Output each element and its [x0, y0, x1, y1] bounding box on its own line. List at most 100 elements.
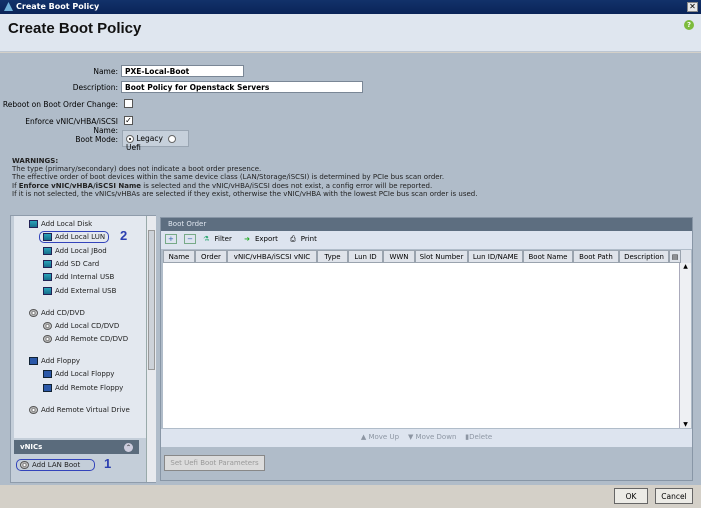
cd-icon: [43, 322, 52, 330]
boot-order-panel: Boot Order + − ⚗ Filter ➜ Export ⎙ Print Na…: [160, 217, 693, 481]
cancel-button[interactable]: Cancel: [655, 488, 693, 504]
export-label: Export: [254, 235, 278, 243]
cd-icon: [43, 335, 52, 343]
add-remote-floppy[interactable]: Add Remote Floppy: [43, 384, 123, 392]
add-remote-virtual-drive[interactable]: Add Remote Virtual Drive: [29, 406, 130, 414]
form-area: Name: PXE-Local-Boot Description: Boot P…: [0, 53, 701, 485]
lan-icon: [20, 461, 29, 469]
column-header[interactable]: WWN: [383, 250, 415, 263]
window-titlebar: Create Boot Policy ✕: [0, 0, 701, 14]
print-label: Print: [300, 235, 317, 243]
reboot-checkbox[interactable]: [124, 99, 133, 108]
local-devices-list: Add Local Disk Add Local LUN 2 Add Local…: [14, 216, 146, 438]
add-local-floppy[interactable]: Add Local Floppy: [43, 370, 114, 378]
row-actions: ▲ Move Up ▼ Move Down ▮Delete: [161, 429, 692, 447]
dialog-header: Create Boot Policy ?: [0, 14, 701, 52]
ok-button[interactable]: OK: [614, 488, 648, 504]
add-internal-usb[interactable]: Add Internal USB: [43, 273, 114, 281]
vnics-section-header[interactable]: vNICs ⌃: [14, 440, 139, 454]
column-header[interactable]: Order: [195, 250, 227, 263]
add-external-usb[interactable]: Add External USB: [43, 287, 116, 295]
collapse-icon[interactable]: ⌃: [124, 443, 133, 452]
warnings: WARNINGS: The type (primary/secondary) d…: [12, 157, 477, 198]
item-label: Add Remote Floppy: [55, 384, 124, 392]
add-floppy[interactable]: Add Floppy: [29, 357, 80, 365]
floppy-icon: [29, 357, 38, 365]
filter-icon: ⚗: [203, 235, 210, 243]
disk-icon: [43, 260, 52, 268]
window-title: Create Boot Policy: [16, 2, 100, 11]
filter-button[interactable]: ⚗ Filter: [203, 235, 237, 243]
name-input[interactable]: PXE-Local-Boot: [121, 65, 244, 77]
add-local-disk[interactable]: Add Local Disk: [29, 220, 92, 228]
scroll-thumb[interactable]: [148, 230, 155, 370]
delete-label: Delete: [469, 433, 493, 441]
table-header: Name Order vNIC/vHBA/iSCSI vNIC Type Lun…: [163, 250, 691, 263]
boot-order-title: Boot Order: [161, 218, 692, 231]
move-up-button[interactable]: ▲ Move Up: [361, 433, 399, 441]
item-label: Add Local CD/DVD: [55, 322, 120, 330]
column-header[interactable]: vNIC/vHBA/iSCSI vNIC: [227, 250, 317, 263]
set-uefi-boot-parameters-button[interactable]: Set Uefi Boot Parameters: [164, 455, 265, 471]
add-cd-dvd[interactable]: Add CD/DVD: [29, 309, 85, 317]
warning-bold-text: Enforce vNIC/vHBA/iSCSI Name: [18, 181, 142, 190]
print-button[interactable]: ⎙ Print: [290, 235, 322, 243]
disk-icon: [43, 233, 52, 241]
delete-button[interactable]: ▮Delete: [465, 433, 492, 441]
description-input[interactable]: Boot Policy for Openstack Servers: [121, 81, 363, 93]
legacy-radio[interactable]: [126, 135, 134, 143]
export-icon: ➜: [244, 235, 250, 243]
cd-icon: [29, 309, 38, 317]
warning-line: The type (primary/secondary) does not in…: [12, 165, 262, 174]
column-header[interactable]: Boot Name: [523, 250, 573, 263]
annotation-2: 2: [120, 228, 128, 243]
table-scrollbar[interactable]: ▲ ▼: [679, 263, 691, 428]
column-chooser-icon[interactable]: ▤: [669, 250, 681, 263]
column-header[interactable]: Lun ID: [348, 250, 383, 263]
print-icon: ⎙: [290, 235, 296, 243]
help-icon[interactable]: ?: [684, 20, 694, 30]
move-down-button[interactable]: ▼ Move Down: [408, 433, 456, 441]
disk-icon: [43, 247, 52, 255]
scroll-up-icon[interactable]: ▲: [680, 263, 691, 270]
filter-label: Filter: [214, 235, 232, 243]
annotation-1: 1: [104, 456, 112, 471]
column-header[interactable]: Boot Path: [573, 250, 619, 263]
uefi-radio[interactable]: [168, 135, 177, 143]
item-label: Add CD/DVD: [41, 309, 85, 317]
remove-icon[interactable]: −: [184, 234, 196, 244]
scroll-down-icon[interactable]: ▼: [680, 421, 691, 428]
item-label: Add LAN Boot: [32, 461, 81, 469]
warnings-title: WARNINGS:: [12, 157, 59, 165]
enforce-checkbox[interactable]: ✓: [124, 116, 133, 125]
device-panel: Add Local Disk Add Local LUN 2 Add Local…: [10, 215, 156, 483]
column-header[interactable]: Lun ID/NAME: [468, 250, 523, 263]
item-label: Add Local Floppy: [55, 370, 115, 378]
item-label: Add Local LUN: [55, 233, 106, 241]
column-header[interactable]: Slot Number: [415, 250, 468, 263]
column-header[interactable]: Name: [163, 250, 195, 263]
add-sd-card[interactable]: Add SD Card: [43, 260, 99, 268]
add-lan-boot[interactable]: Add LAN Boot: [16, 459, 95, 471]
add-local-lun[interactable]: Add Local LUN: [39, 231, 110, 243]
disk-icon: [29, 220, 38, 228]
column-header[interactable]: Type: [317, 250, 348, 263]
column-header[interactable]: Description: [619, 250, 669, 263]
left-scrollbar[interactable]: [146, 216, 156, 482]
name-label: Name:: [93, 67, 118, 76]
add-remote-cd-dvd[interactable]: Add Remote CD/DVD: [43, 335, 128, 343]
add-local-cd-dvd[interactable]: Add Local CD/DVD: [43, 322, 119, 330]
floppy-icon: [43, 370, 52, 378]
warning-line: If it is not selected, the vNICs/vHBAs a…: [12, 189, 478, 198]
boot-order-table-body: [163, 263, 679, 428]
add-icon[interactable]: +: [165, 234, 177, 244]
item-label: Add Local Disk: [41, 220, 93, 228]
export-button[interactable]: ➜ Export: [244, 235, 283, 243]
add-local-jbod[interactable]: Add Local JBod: [43, 247, 107, 255]
enforce-label: Enforce vNIC/vHBA/iSCSI Name:: [25, 117, 118, 135]
boot-mode-label: Boot Mode:: [75, 135, 118, 144]
move-up-label: Move Up: [368, 433, 400, 441]
reboot-label: Reboot on Boot Order Change:: [2, 100, 118, 109]
close-button[interactable]: ✕: [687, 2, 698, 12]
item-label: Add SD Card: [55, 260, 100, 268]
